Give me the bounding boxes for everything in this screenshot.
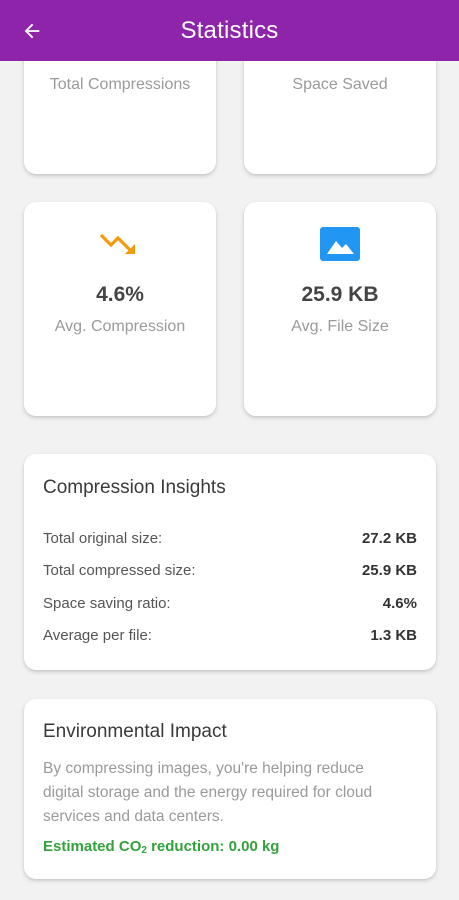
environmental-impact-card: Environmental Impact By compressing imag… — [24, 699, 436, 879]
co2-prefix: Estimated CO — [43, 838, 142, 855]
insight-row-compressed-size: Total compressed size: 25.9 KB — [43, 560, 417, 580]
arrow-left-icon — [24, 23, 40, 39]
insight-value: 1.3 KB — [370, 626, 417, 644]
insight-value: 27.2 KB — [361, 529, 417, 547]
insight-label: Space saving ratio: — [43, 594, 171, 612]
co2-reduction-text: Estimated CO2 reduction: 0.00 kg — [43, 838, 279, 856]
insight-row-saving-ratio: Space saving ratio: 4.6% — [43, 593, 417, 613]
trending-down-icon — [98, 228, 142, 260]
insight-value: 4.6% — [382, 594, 417, 612]
image-icon — [319, 226, 361, 262]
environment-description: By compressing images, you're helping re… — [43, 760, 373, 825]
back-button[interactable] — [18, 17, 46, 45]
stat-label: Avg. File Size — [291, 318, 389, 335]
stat-label: Space Saved — [292, 76, 388, 93]
environment-title: Environmental Impact — [43, 721, 227, 742]
insight-label: Total compressed size: — [43, 561, 196, 579]
compression-insights-card: Compression Insights Total original size… — [24, 454, 436, 670]
stat-card-avg-compression: 4.6% Avg. Compression — [24, 202, 216, 416]
insight-row-original-size: Total original size: 27.2 KB — [43, 528, 417, 548]
co2-suffix: reduction: 0.00 kg — [146, 838, 280, 855]
insight-label: Average per file: — [43, 626, 152, 644]
insight-row-average-per-file: Average per file: 1.3 KB — [43, 625, 417, 645]
insight-value: 25.9 KB — [361, 561, 417, 579]
stat-label: Total Compressions — [49, 76, 191, 93]
stat-card-avg-file-size: 25.9 KB Avg. File Size — [244, 202, 436, 416]
stat-label: Avg. Compression — [54, 318, 186, 335]
app-bar: Statistics — [0, 0, 459, 61]
stat-value: 25.9 KB — [301, 283, 379, 306]
stat-value: 4.6% — [96, 283, 144, 306]
insights-title: Compression Insights — [43, 477, 226, 498]
page-title: Statistics — [180, 16, 279, 44]
insight-label: Total original size: — [43, 529, 163, 547]
